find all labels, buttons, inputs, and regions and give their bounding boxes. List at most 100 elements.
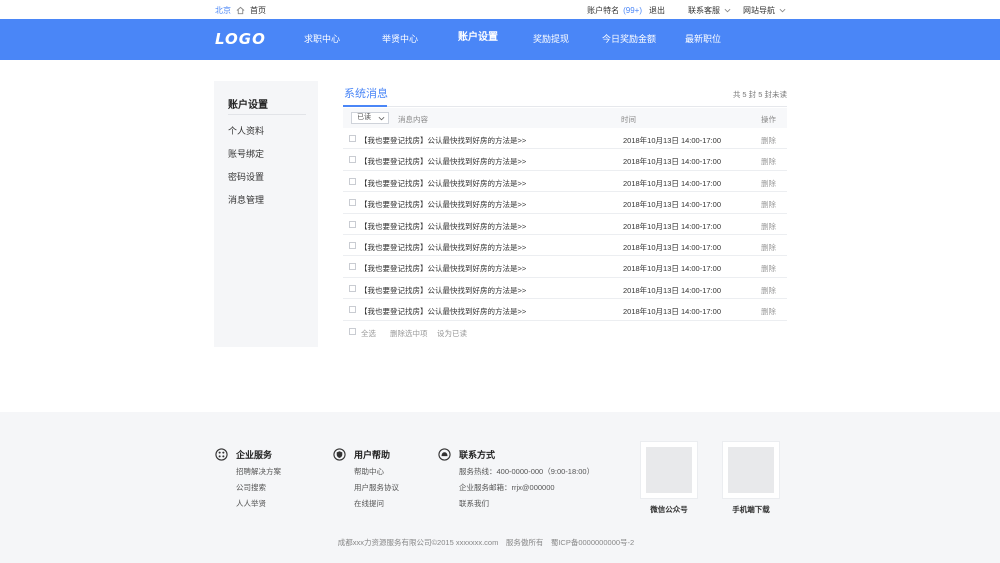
- row-checkbox[interactable]: [349, 241, 356, 249]
- read-filter-select[interactable]: 已读: [351, 112, 389, 124]
- message-title[interactable]: 【我也要登记找房】公认最快找到好房的方法是>>: [360, 263, 526, 274]
- message-time: 2018年10月13日 14:00-17:00: [623, 285, 721, 295]
- logout-link[interactable]: 退出: [649, 5, 665, 16]
- delete-button[interactable]: 删除: [761, 263, 776, 274]
- select-all-checkbox[interactable]: [349, 328, 356, 335]
- message-title[interactable]: 【我也要登记找房】公认最快找到好房的方法是>>: [360, 306, 526, 317]
- site-nav-dropdown[interactable]: 网站导航: [743, 5, 786, 16]
- qr-label-wechat: 微信公众号: [650, 505, 688, 514]
- message-title[interactable]: 【我也要登记找房】公认最快找到好房的方法是>>: [360, 242, 526, 253]
- footer-link[interactable]: 公司搜索: [215, 482, 281, 493]
- table-row: 【我也要登记找房】公认最快找到好房的方法是>> 2018年10月13日 14:00…: [343, 235, 787, 257]
- sidebar-item-binding[interactable]: 账号绑定: [228, 147, 264, 160]
- chevron-down-icon: [724, 8, 731, 13]
- delete-button[interactable]: 删除: [761, 242, 776, 253]
- top-bar: 北京 首页 账户特名 (99+) 退出 联系客服 网站导航: [0, 0, 1000, 19]
- select-all-label[interactable]: 全选: [361, 328, 376, 339]
- footer: 企业服务 招聘解决方案 公司搜索 人人举贤 用户帮助 帮助中心 用户服务协议 在…: [0, 412, 1000, 563]
- home-link[interactable]: 首页: [250, 5, 266, 16]
- nav-item-jobs[interactable]: 求职中心: [304, 33, 340, 45]
- footer-link[interactable]: 人人举贤: [215, 498, 281, 509]
- message-time: 2018年10月13日 14:00-17:00: [623, 200, 721, 210]
- footer-section-title: 企业服务: [236, 449, 273, 460]
- message-title[interactable]: 【我也要登记找房】公认最快找到好房的方法是>>: [360, 285, 526, 296]
- nav-item-latest-jobs[interactable]: 最新职位: [685, 33, 721, 45]
- grid-icon: [215, 447, 228, 461]
- row-checkbox[interactable]: [349, 284, 356, 292]
- tab-system-messages[interactable]: 系统消息: [344, 85, 388, 101]
- footer-section-title: 联系方式: [459, 449, 496, 460]
- logout-label: 退出: [649, 6, 665, 15]
- message-title[interactable]: 【我也要登记找房】公认最快找到好房的方法是>>: [360, 135, 526, 146]
- notification-count: (99+): [623, 6, 642, 15]
- footer-link[interactable]: 招聘解决方案: [215, 466, 281, 477]
- footer-contact: 联系方式 服务热线：400-0000-000（9:00-18:00） 企业服务邮…: [438, 447, 594, 509]
- message-time: 2018年10月13日 14:00-17:00: [623, 157, 721, 167]
- row-checkbox[interactable]: [349, 306, 356, 314]
- message-title[interactable]: 【我也要登记找房】公认最快找到好房的方法是>>: [360, 221, 526, 232]
- table-row: 【我也要登记找房】公认最快找到好房的方法是>> 2018年10月13日 14:00…: [343, 128, 787, 150]
- delete-button[interactable]: 删除: [761, 221, 776, 232]
- row-checkbox[interactable]: [349, 199, 356, 207]
- service-dropdown[interactable]: 联系客服: [688, 5, 731, 16]
- footer-help: 用户帮助 帮助中心 用户服务协议 在线提问: [333, 447, 399, 509]
- row-checkbox[interactable]: [349, 177, 356, 185]
- message-time: 2018年10月13日 14:00-17:00: [623, 242, 721, 252]
- message-time: 2018年10月13日 14:00-17:00: [623, 136, 721, 145]
- chat-icon: [438, 447, 451, 461]
- delete-button[interactable]: 删除: [761, 156, 776, 167]
- city-selector[interactable]: 北京: [215, 5, 231, 16]
- copyright: 成都xxx力资源服务有限公司©2015 xxxxxxx.com 服务傲所有 蜀I…: [337, 538, 635, 547]
- message-time: 2018年10月13日 14:00-17:00: [623, 221, 721, 231]
- delete-selected-button[interactable]: 删除选中项: [390, 328, 428, 339]
- table-row: 【我也要登记找房】公认最快找到好房的方法是>> 2018年10月13日 14:00…: [343, 256, 787, 278]
- nav-item-referral[interactable]: 举贤中心: [382, 33, 418, 45]
- message-time: 2018年10月13日 14:00-17:00: [623, 264, 721, 274]
- tab-indicator: [343, 105, 387, 107]
- row-checkbox[interactable]: [349, 156, 356, 164]
- footer-link[interactable]: 帮助中心: [333, 466, 399, 477]
- sidebar: 账户设置 个人资料 账号绑定 密码设置 消息管理: [214, 81, 318, 347]
- delete-button[interactable]: 删除: [761, 135, 776, 146]
- footer-section-title: 用户帮助: [354, 449, 391, 460]
- nav-item-account-settings[interactable]: 账户设置: [458, 32, 498, 44]
- message-title[interactable]: 【我也要登记找房】公认最快找到好房的方法是>>: [360, 199, 526, 210]
- sidebar-item-profile[interactable]: 个人资料: [228, 124, 264, 137]
- location-bar: 北京 首页: [215, 5, 266, 16]
- read-filter-value: 已读: [357, 114, 371, 121]
- footer-link[interactable]: 联系我们: [438, 498, 594, 509]
- table-row: 【我也要登记找房】公认最快找到好房的方法是>> 2018年10月13日 14:00…: [343, 214, 787, 235]
- table-row: 【我也要登记找房】公认最快找到好房的方法是>> 2018年10月13日 14:00…: [343, 171, 787, 193]
- delete-button[interactable]: 删除: [761, 178, 776, 189]
- row-checkbox[interactable]: [349, 263, 356, 271]
- service-label: 联系客服: [688, 6, 720, 15]
- delete-button[interactable]: 删除: [761, 285, 776, 296]
- logo[interactable]: LOGO: [215, 31, 266, 48]
- sidebar-item-messages[interactable]: 消息管理: [228, 193, 264, 206]
- message-title[interactable]: 【我也要登记找房】公认最快找到好房的方法是>>: [360, 178, 526, 189]
- nav-item-withdraw[interactable]: 奖励提现: [533, 33, 569, 45]
- footer-link[interactable]: 在线提问: [333, 498, 399, 509]
- delete-button[interactable]: 删除: [761, 199, 776, 210]
- chevron-down-icon: [779, 8, 786, 13]
- qr-placeholder: [728, 447, 774, 493]
- chevron-down-icon: [378, 116, 385, 121]
- site-nav-label: 网站导航: [743, 6, 775, 15]
- sidebar-title: 账户设置: [228, 100, 268, 111]
- column-header-content: 消息内容: [398, 115, 428, 124]
- message-time: 2018年10月13日 14:00-17:00: [623, 307, 721, 317]
- row-checkbox[interactable]: [349, 135, 356, 142]
- row-checkbox[interactable]: [349, 220, 356, 228]
- sidebar-item-password[interactable]: 密码设置: [228, 170, 264, 183]
- main-nav: LOGO 求职中心 举贤中心 账户设置 奖励提现 今日奖励金额 最新职位: [0, 19, 1000, 60]
- account-link[interactable]: 账户特名 (99+): [587, 5, 642, 16]
- message-title[interactable]: 【我也要登记找房】公认最快找到好房的方法是>>: [360, 156, 526, 167]
- table-header: 已读 消息内容 时间 操作: [343, 108, 787, 128]
- message-time: 2018年10月13日 14:00-17:00: [623, 178, 721, 188]
- footer-link[interactable]: 用户服务协议: [333, 482, 399, 493]
- nav-item-today-reward[interactable]: 今日奖励金额: [602, 33, 656, 45]
- table-row: 【我也要登记找房】公认最快找到好房的方法是>> 2018年10月13日 14:00…: [343, 299, 787, 321]
- delete-button[interactable]: 删除: [761, 306, 776, 317]
- home-icon: [236, 6, 245, 15]
- mark-read-button[interactable]: 设为已读: [437, 328, 467, 339]
